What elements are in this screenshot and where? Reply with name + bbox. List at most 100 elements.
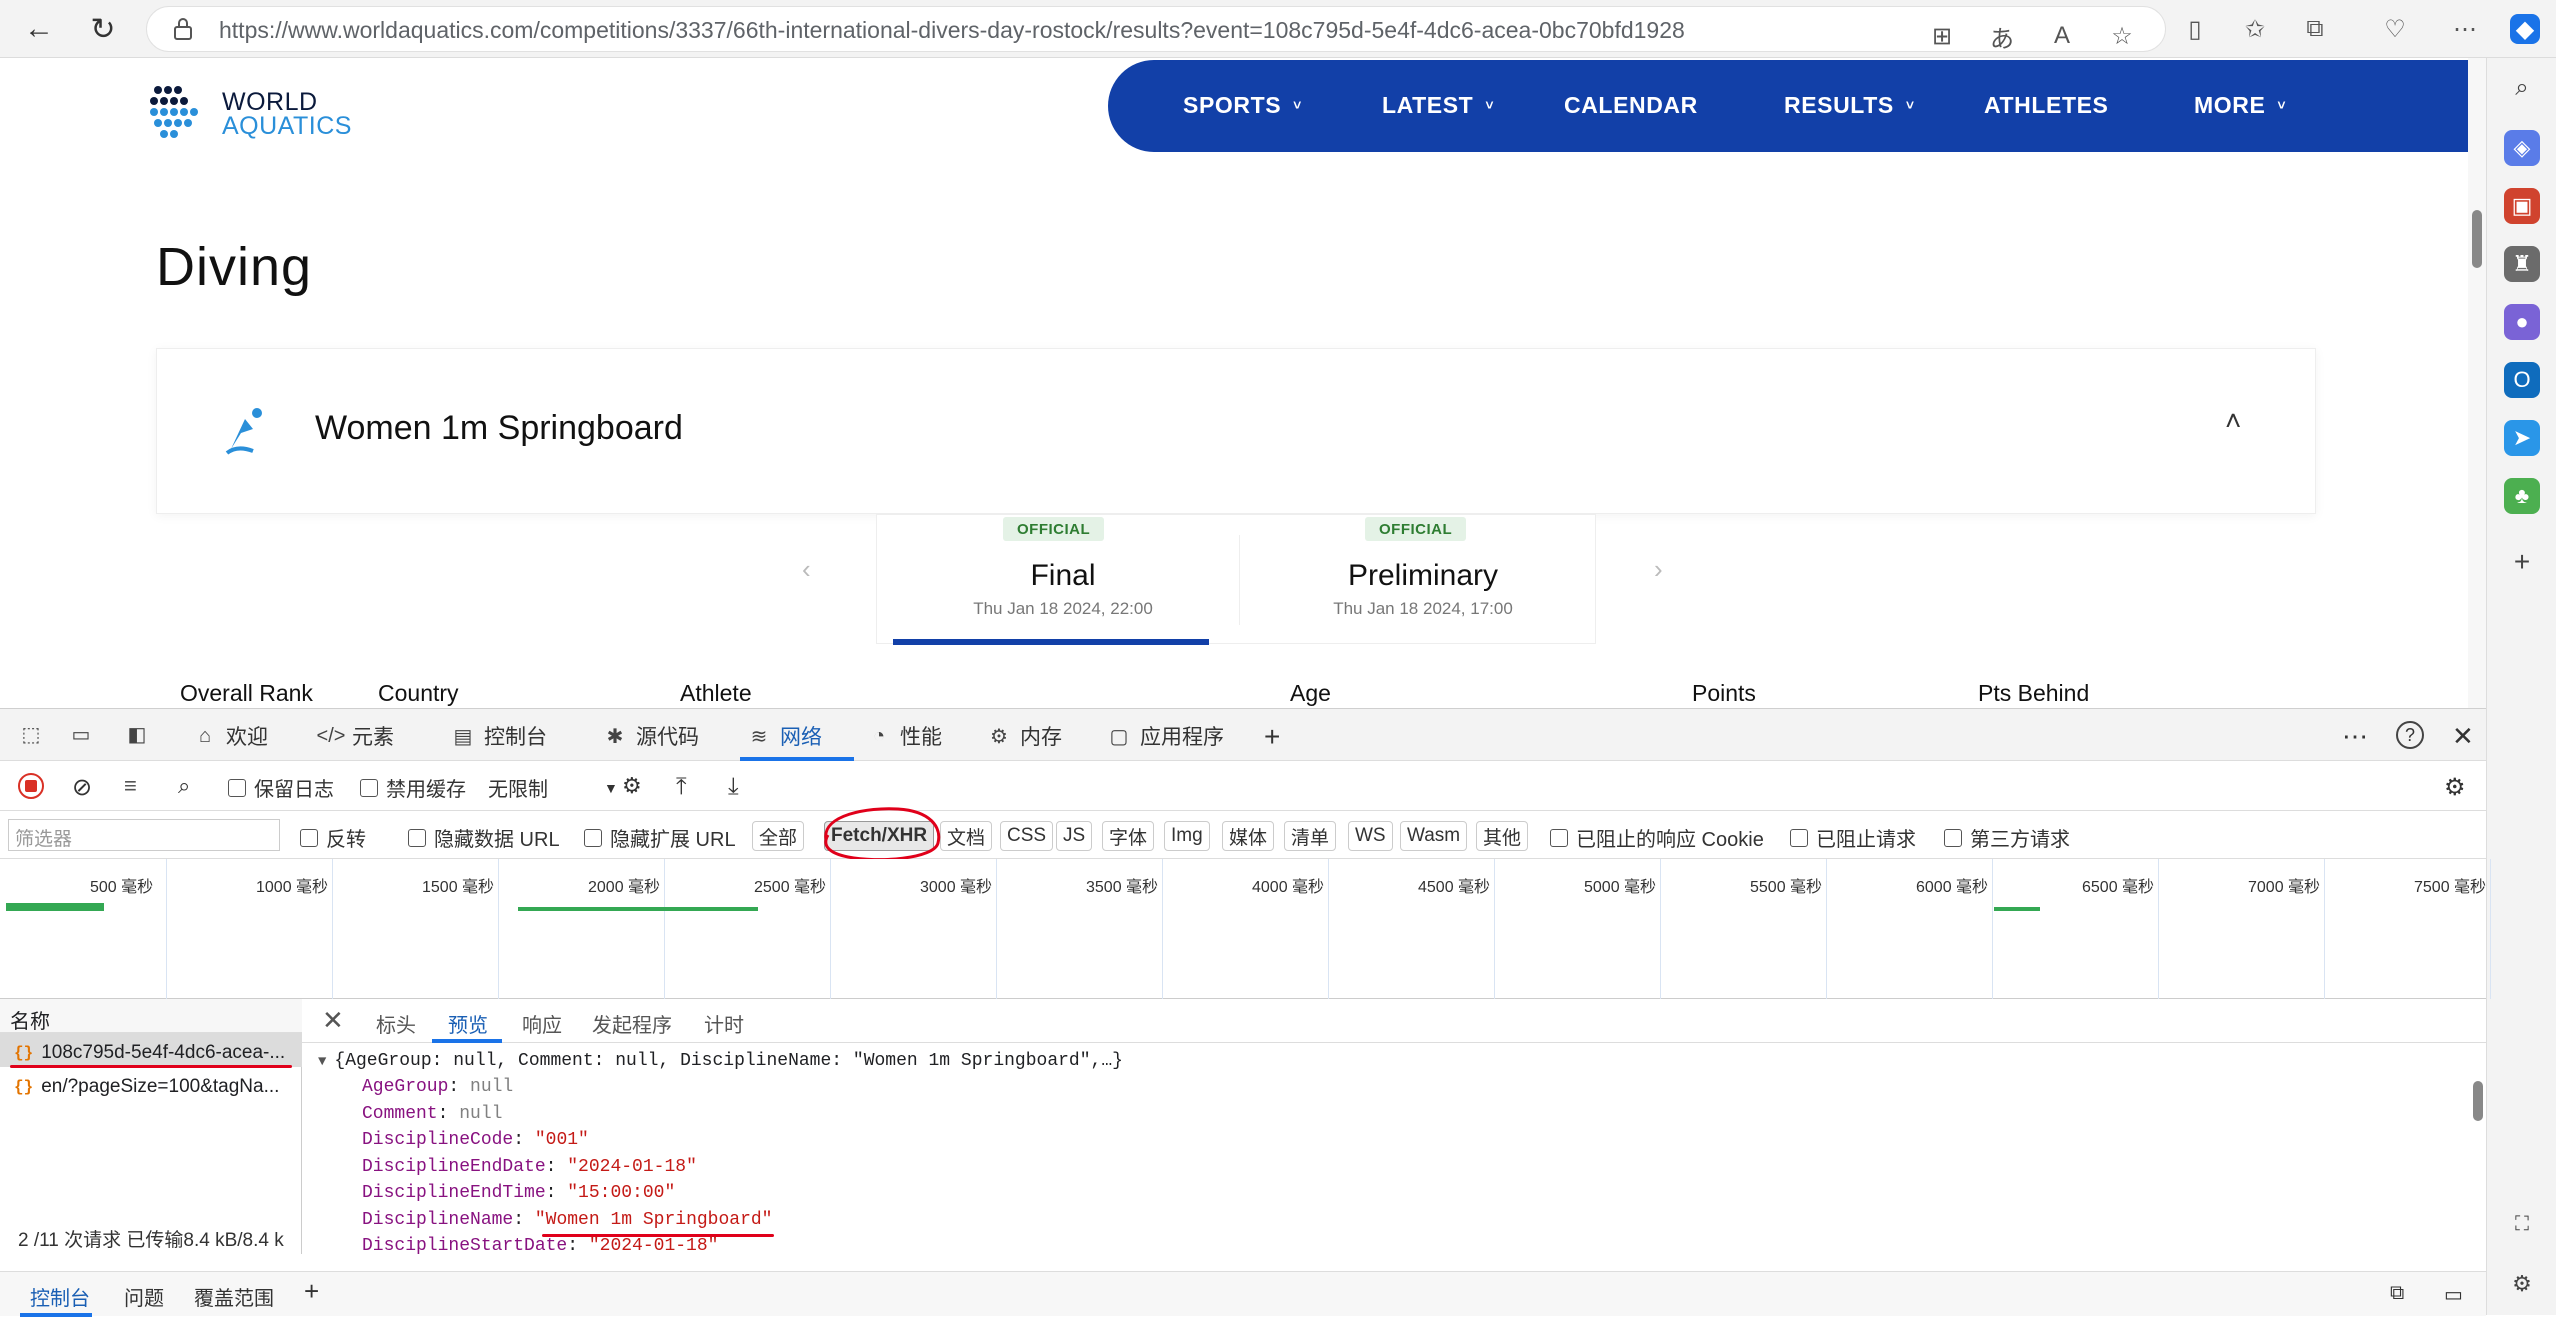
- address-bar[interactable]: https://www.worldaquatics.com/competitio…: [146, 6, 2166, 53]
- col-points[interactable]: Points: [1692, 680, 1756, 707]
- nav-results[interactable]: RESULTS ˅: [1784, 92, 1915, 119]
- dock-icon[interactable]: ◧: [124, 721, 150, 747]
- request-row[interactable]: {} 108c795d-5e4f-4dc6-acea-...: [0, 1033, 302, 1067]
- hide-data-url-checkbox[interactable]: 隐藏数据 URL: [408, 823, 560, 852]
- filter-icon[interactable]: ≡: [124, 773, 137, 799]
- more-menu-icon[interactable]: ⋯: [2450, 14, 2480, 44]
- filter-img[interactable]: Img: [1164, 821, 1210, 851]
- disable-cache-checkbox[interactable]: 禁用缓存: [360, 773, 466, 802]
- blocked-cookies-checkbox[interactable]: 已阻止的响应 Cookie: [1550, 823, 1764, 852]
- device-emulation-icon[interactable]: ▭: [68, 721, 94, 747]
- json-row[interactable]: DisciplineCode: "001": [362, 1130, 589, 1150]
- json-row[interactable]: Comment: null: [362, 1104, 502, 1124]
- phase-prev-arrow-icon[interactable]: ‹: [802, 554, 811, 585]
- more-options-icon[interactable]: ⋯: [2342, 721, 2368, 752]
- outlook-icon[interactable]: O: [2504, 362, 2540, 398]
- favorite-star-icon[interactable]: ☆: [2107, 21, 2137, 51]
- world-aquatics-logo[interactable]: WORLD AQUATICS: [148, 82, 378, 142]
- filter-js[interactable]: JS: [1056, 821, 1093, 851]
- col-athlete[interactable]: Athlete: [680, 680, 752, 707]
- col-overall-rank[interactable]: Overall Rank: [180, 680, 313, 707]
- filter-wasm[interactable]: Wasm: [1400, 821, 1468, 851]
- tools-icon[interactable]: ▣: [2504, 188, 2540, 224]
- favorites-icon[interactable]: ✩: [2240, 14, 2270, 44]
- filter-media[interactable]: 媒体: [1222, 821, 1275, 851]
- back-icon[interactable]: ←: [20, 10, 58, 48]
- filter-other[interactable]: 其他: [1476, 821, 1529, 851]
- refresh-icon[interactable]: ↻: [84, 10, 122, 48]
- inspect-icon[interactable]: ⬚: [18, 721, 44, 747]
- record-icon[interactable]: [18, 773, 44, 799]
- drawer-tab-coverage[interactable]: 覆盖范围: [194, 1282, 274, 1311]
- copilot-icon[interactable]: ◆: [2510, 14, 2540, 44]
- filter-manifest[interactable]: 清单: [1284, 821, 1337, 851]
- help-icon[interactable]: ?: [2396, 721, 2424, 749]
- add-tab-icon[interactable]: +: [1264, 721, 1280, 753]
- nav-more[interactable]: MORE ˅: [2194, 92, 2286, 119]
- json-row[interactable]: DisciplineEndTime: "15:00:00": [362, 1183, 675, 1203]
- request-row[interactable]: {} en/?pageSize=100&tagNa...: [0, 1067, 302, 1101]
- preserve-log-checkbox[interactable]: 保留日志: [228, 773, 334, 802]
- filter-input[interactable]: 筛选器: [8, 819, 280, 851]
- nav-athletes[interactable]: ATHLETES: [1984, 92, 2108, 119]
- blocked-requests-checkbox[interactable]: 已阻止请求: [1790, 823, 1916, 852]
- filter-all[interactable]: 全部: [752, 821, 805, 851]
- drawer-tab-console[interactable]: 控制台: [30, 1282, 90, 1311]
- tab-preview[interactable]: 预览: [448, 1009, 488, 1038]
- nav-calendar[interactable]: CALENDAR: [1564, 92, 1698, 119]
- third-party-checkbox[interactable]: 第三方请求: [1944, 823, 2070, 852]
- download-icon[interactable]: ⤓: [728, 773, 739, 801]
- tab-performance[interactable]: ◔ 性能: [866, 721, 942, 751]
- throttle-select[interactable]: 无限制 ▼: [488, 773, 618, 802]
- tab-network[interactable]: ≋ 网络: [746, 721, 822, 751]
- invert-checkbox[interactable]: 反转: [300, 823, 366, 852]
- tab-memory[interactable]: ⚙ 内存: [986, 721, 1062, 751]
- filter-css[interactable]: CSS: [1000, 821, 1054, 851]
- tab-response[interactable]: 响应: [522, 1009, 562, 1038]
- screenshot-icon[interactable]: ⛶: [2504, 1206, 2540, 1242]
- event-card[interactable]: Women 1m Springboard ˄: [156, 348, 2316, 514]
- send-icon[interactable]: ➤: [2504, 420, 2540, 456]
- hide-ext-url-checkbox[interactable]: 隐藏扩展 URL: [584, 823, 736, 852]
- search-icon[interactable]: ⌕: [2504, 70, 2540, 106]
- phase-preliminary[interactable]: OFFICIAL Preliminary Thu Jan 18 2024, 17…: [1253, 515, 1593, 645]
- close-devtools-icon[interactable]: ✕: [2452, 721, 2474, 752]
- tab-console[interactable]: ▤ 控制台: [450, 721, 547, 751]
- tab-headers[interactable]: 标头: [376, 1009, 416, 1038]
- filter-font[interactable]: 字体: [1102, 821, 1155, 851]
- tab-application[interactable]: ▢ 应用程序: [1106, 721, 1224, 751]
- nav-latest[interactable]: LATEST ˅: [1382, 92, 1494, 119]
- games-icon[interactable]: ♜: [2504, 246, 2540, 282]
- col-age[interactable]: Age: [1290, 680, 1331, 707]
- add-drawer-tab-icon[interactable]: +: [304, 1276, 319, 1307]
- close-detail-icon[interactable]: ✕: [322, 1005, 344, 1036]
- split-screen-icon[interactable]: ▯: [2180, 14, 2210, 44]
- phase-final[interactable]: OFFICIAL Final Thu Jan 18 2024, 22:00: [893, 515, 1233, 645]
- page-scrollbar[interactable]: [2468, 58, 2486, 708]
- col-country[interactable]: Country: [378, 680, 459, 707]
- name-column-header[interactable]: 名称: [0, 999, 302, 1033]
- network-conditions-icon[interactable]: ⚙: [622, 773, 642, 799]
- apps-icon[interactable]: ⊞: [1927, 21, 1957, 51]
- add-sidebar-icon[interactable]: +: [2504, 544, 2540, 580]
- chevron-up-icon[interactable]: ˄: [2225, 405, 2241, 437]
- tab-timing[interactable]: 计时: [704, 1009, 744, 1038]
- network-timeline[interactable]: 500 毫秒 1000 毫秒 1500 毫秒 2000 毫秒 2500 毫秒 3000 毫…: [0, 859, 2491, 999]
- network-settings-icon[interactable]: ⚙: [2444, 773, 2466, 802]
- tab-elements[interactable]: </> 元素: [317, 721, 394, 751]
- json-row[interactable]: DisciplineEndDate: "2024-01-18": [362, 1157, 697, 1177]
- detail-scrollbar[interactable]: [2468, 1041, 2486, 1261]
- col-pts-behind[interactable]: Pts Behind: [1978, 680, 2089, 707]
- read-aloud-icon[interactable]: A: [2047, 21, 2077, 51]
- tree-icon[interactable]: ♣: [2504, 478, 2540, 514]
- microsoft365-icon[interactable]: ●: [2504, 304, 2540, 340]
- tab-sources[interactable]: ✱ 源代码: [602, 721, 699, 751]
- json-row[interactable]: AgeGroup: null: [362, 1077, 513, 1097]
- json-summary-row[interactable]: ▼ {AgeGroup: null, Comment: null, Discipl…: [318, 1051, 1123, 1071]
- scrollbar-thumb[interactable]: [2472, 210, 2482, 268]
- browser-essentials-icon[interactable]: ♡: [2380, 14, 2410, 44]
- settings-icon[interactable]: ⚙: [2504, 1266, 2540, 1302]
- phase-next-arrow-icon[interactable]: ›: [1654, 554, 1663, 585]
- json-row[interactable]: DisciplineName: "Women 1m Springboard": [362, 1210, 772, 1230]
- clear-icon[interactable]: ⊘: [72, 773, 92, 802]
